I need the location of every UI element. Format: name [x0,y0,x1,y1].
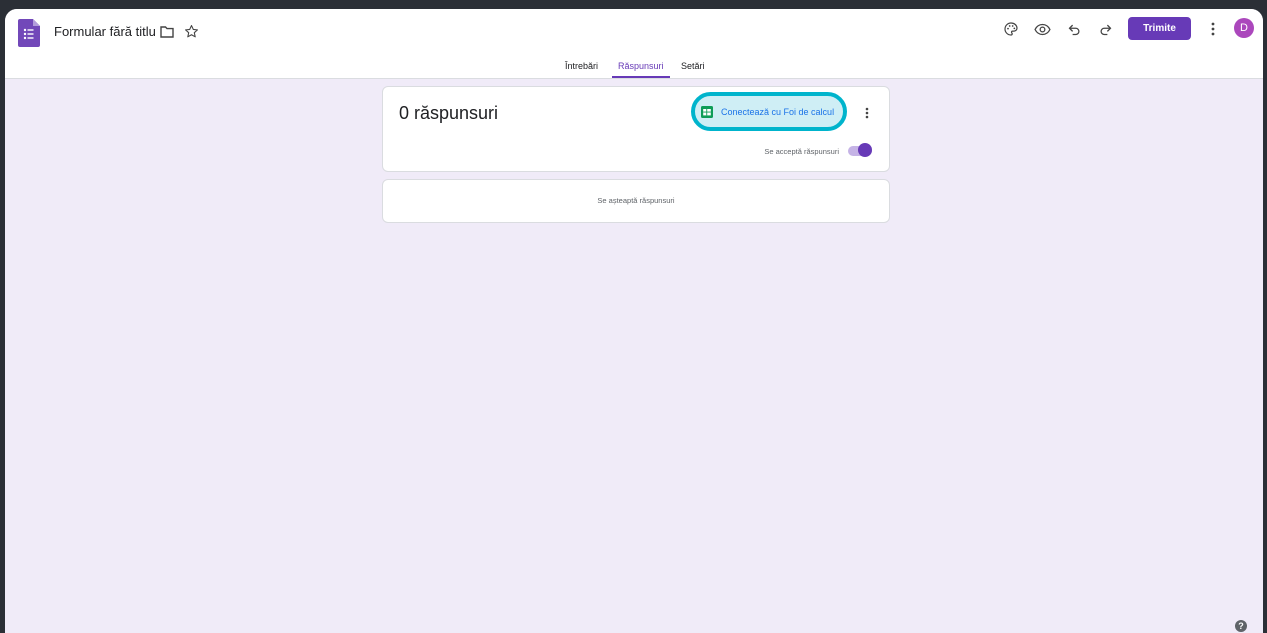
tab-settings[interactable]: Setări [681,61,705,76]
responses-more-icon[interactable] [860,106,874,120]
form-title[interactable]: Formular fără titlu [54,24,156,40]
responses-count: 0 răspunsuri [399,103,499,123]
responses-summary-card: 0 răspunsuri Conectează cu Foi de calcul… [382,86,890,172]
tab-bar: Întrebări Răspunsuri Setări [5,61,1263,78]
avatar[interactable]: D [1234,18,1254,38]
star-icon[interactable] [183,23,200,40]
awaiting-responses-card: Se așteaptă răspunsuri [382,179,890,223]
top-bar: Formular fără titlu Trimite D Întrebări … [5,9,1263,79]
tab-questions[interactable]: Întrebări [565,61,598,76]
toggle-knob[interactable] [858,143,872,157]
connect-sheets-button[interactable]: Conectează cu Foi de calcul [691,92,847,131]
app-window: Formular fără titlu Trimite D Întrebări … [5,9,1263,633]
awaiting-responses-text: Se așteaptă răspunsuri [597,196,675,205]
palette-icon[interactable] [1002,20,1020,38]
forms-logo-icon[interactable] [18,19,40,47]
redo-icon[interactable] [1096,20,1114,38]
help-icon[interactable]: ? [1235,620,1247,632]
connect-sheets-label: Conectează cu Foi de calcul [721,106,835,117]
send-button[interactable]: Trimite [1128,17,1191,40]
more-vert-icon[interactable] [1204,20,1222,38]
eye-icon[interactable] [1033,20,1051,38]
tab-responses[interactable]: Răspunsuri [612,61,670,78]
folder-icon[interactable] [159,24,175,40]
undo-icon[interactable] [1065,20,1083,38]
accepting-responses-label: Se acceptă răspunsuri [764,147,839,156]
sheets-icon [701,105,713,118]
